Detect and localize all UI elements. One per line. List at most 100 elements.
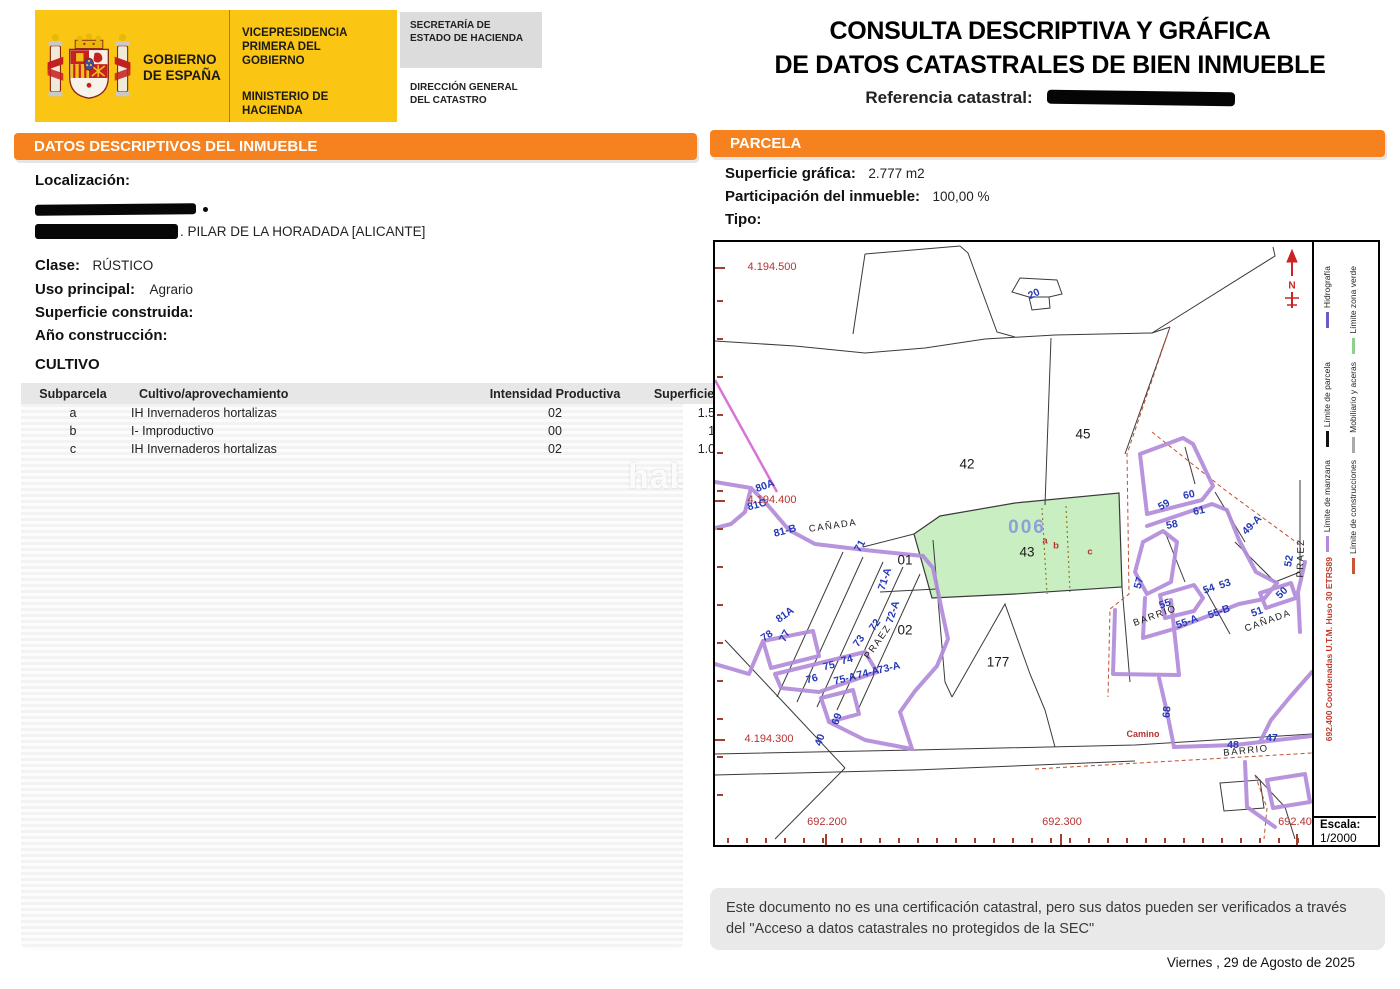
map-label: 72-A	[884, 599, 902, 624]
map-label: 74	[840, 653, 854, 667]
map-label: Camino	[1126, 729, 1159, 739]
map-label: 40	[812, 732, 827, 747]
coordinate-tick	[784, 838, 786, 843]
map-label: 55-B	[1206, 602, 1231, 621]
coordinate-tick	[1202, 838, 1204, 843]
map-label: 47	[1266, 732, 1278, 744]
legend-entry-label: Hidrografía	[1322, 266, 1332, 308]
anio-construccion-label: Año construcción:	[35, 327, 168, 344]
map-label: 75-A	[833, 670, 858, 687]
cultivo-table-background: habitaclia	[21, 383, 683, 950]
map-label: c	[1087, 547, 1092, 558]
uso-value: Agrario	[149, 282, 193, 297]
map-label: 49-A	[1240, 513, 1265, 538]
legend-entry: Hidrografía	[1322, 266, 1332, 328]
participacion-value: 100,00 %	[933, 189, 990, 204]
coordinate-tick	[1145, 838, 1147, 843]
legend-swatch	[1326, 431, 1329, 447]
cultivo-cell: IH Invernaderos hortalizas	[125, 404, 475, 422]
legend-entry: Límite de parcela	[1322, 362, 1332, 447]
gobierno-de-espana-label: GOBIERNO DE ESPAÑA	[143, 10, 229, 122]
coordinate-tick	[1259, 838, 1261, 843]
map-label: 4.194.500	[748, 261, 797, 273]
col-intensidad: Intensidad Productiva	[475, 383, 635, 404]
coordinate-tick	[1278, 838, 1280, 843]
col-subparcela: Subparcela	[21, 383, 125, 404]
coordinate-tick	[717, 376, 723, 378]
coordinate-tick	[1164, 838, 1166, 843]
legend-entry: Límite de manzana	[1322, 460, 1332, 552]
coordinate-tick	[841, 838, 843, 843]
coordinate-tick	[1296, 834, 1298, 845]
coordinate-tick	[717, 300, 723, 302]
coordinate-tick	[803, 838, 805, 843]
utm-coordinates-label: 692.400 Coordenadas U.T.M. Huso 30 ETRS8…	[1324, 557, 1334, 741]
coordinate-tick	[727, 838, 729, 843]
coordinate-tick	[717, 490, 723, 492]
legend-entry-label: Límite de construcciones	[1348, 460, 1358, 554]
coordinate-tick	[860, 838, 862, 843]
legend-entry-label: Límite de manzana	[1322, 460, 1332, 532]
legend-entry-label: Límite zona verde	[1348, 266, 1358, 334]
title-line-1: CONSULTA DESCRIPTIVA Y GRÁFICA	[715, 14, 1385, 48]
legend-entry-label: Límite de parcela	[1322, 362, 1332, 427]
map-label: N	[1288, 281, 1295, 292]
scale-box: Escala: 1/2000	[1314, 816, 1376, 845]
map-label: 48	[1227, 739, 1239, 751]
coordinate-tick	[1221, 838, 1223, 843]
coordinate-tick	[822, 838, 824, 843]
vicepresidencia-label: VICEPRESIDENCIA PRIMERA DEL GOBIERNO	[242, 26, 372, 68]
map-label: 01	[897, 553, 912, 568]
map-label: 006	[1008, 517, 1046, 539]
watermark: habitaclia	[628, 458, 683, 497]
coordinate-tick	[717, 566, 723, 568]
referencia-catastral-label: Referencia catastral:	[865, 88, 1032, 108]
map-label: b	[1053, 541, 1059, 552]
disclaimer-box: Este documento no es una certificación c…	[710, 888, 1385, 950]
legend-entry: Límite de construcciones	[1348, 460, 1358, 574]
map-label: 45	[1075, 427, 1090, 442]
localizacion-redaction-bar-2	[35, 224, 178, 239]
map-label: 177	[987, 655, 1010, 670]
legend-swatch	[1326, 536, 1329, 552]
document-date: Viernes , 29 de Agosto de 2025	[1167, 955, 1355, 970]
map-label: 692.40	[1278, 816, 1312, 828]
map-label: 81A	[774, 605, 797, 626]
map-label: 60	[1182, 488, 1196, 502]
government-logo-block: GOBIERNO DE ESPAÑA VICEPRESIDENCIA PRIME…	[35, 10, 397, 122]
map-label: 43	[1019, 545, 1034, 560]
ministry-labels: VICEPRESIDENCIA PRIMERA DEL GOBIERNO MIN…	[230, 10, 397, 122]
legend-entry: Límite zona verde	[1348, 266, 1358, 354]
map-label: 77	[777, 628, 793, 644]
map-label: 692.200	[807, 816, 847, 828]
coordinate-tick	[765, 838, 767, 843]
map-label: 69	[829, 711, 844, 726]
map-label: 50	[1274, 585, 1291, 602]
coordinate-tick	[1050, 838, 1052, 843]
coordinate-tick	[717, 642, 723, 644]
map-label: 692.300	[1042, 816, 1082, 828]
cultivo-table-row: cIH Invernaderos hortalizas021.017	[21, 440, 739, 458]
map-label: 68	[1161, 706, 1174, 719]
coordinate-tick	[974, 838, 976, 843]
coordinate-tick	[715, 500, 725, 502]
localizacion-bullet	[203, 207, 208, 212]
map-label: 71	[852, 538, 868, 554]
coordinate-tick	[717, 604, 723, 606]
map-label: 81-B	[772, 522, 797, 539]
coordinate-tick	[746, 838, 748, 843]
ministerio-label: MINISTERIO DE HACIENDA	[242, 90, 352, 118]
map-drawing-area: 4.194.5004.194.4004.194.300692.200692.30…	[715, 242, 1312, 845]
map-labels-layer: 4.194.5004.194.4004.194.300692.200692.30…	[715, 242, 1312, 845]
coordinate-tick	[1031, 838, 1033, 843]
clase-row: Clase: RÚSTICO	[35, 257, 153, 275]
map-label: 75	[822, 659, 836, 673]
scale-value: 1/2000	[1320, 832, 1376, 845]
datos-descriptivos-panel: Localización: . PILAR DE LA HORADADA [AL…	[14, 160, 697, 960]
coordinate-tick	[1069, 838, 1071, 843]
cultivo-cell: c	[21, 440, 125, 458]
map-label: 52	[1282, 554, 1296, 568]
col-cultivo: Cultivo/aprovechamiento	[125, 383, 475, 404]
coordinate-tick	[1060, 834, 1062, 845]
cadastral-map: 4.194.5004.194.4004.194.300692.200692.30…	[713, 240, 1380, 847]
